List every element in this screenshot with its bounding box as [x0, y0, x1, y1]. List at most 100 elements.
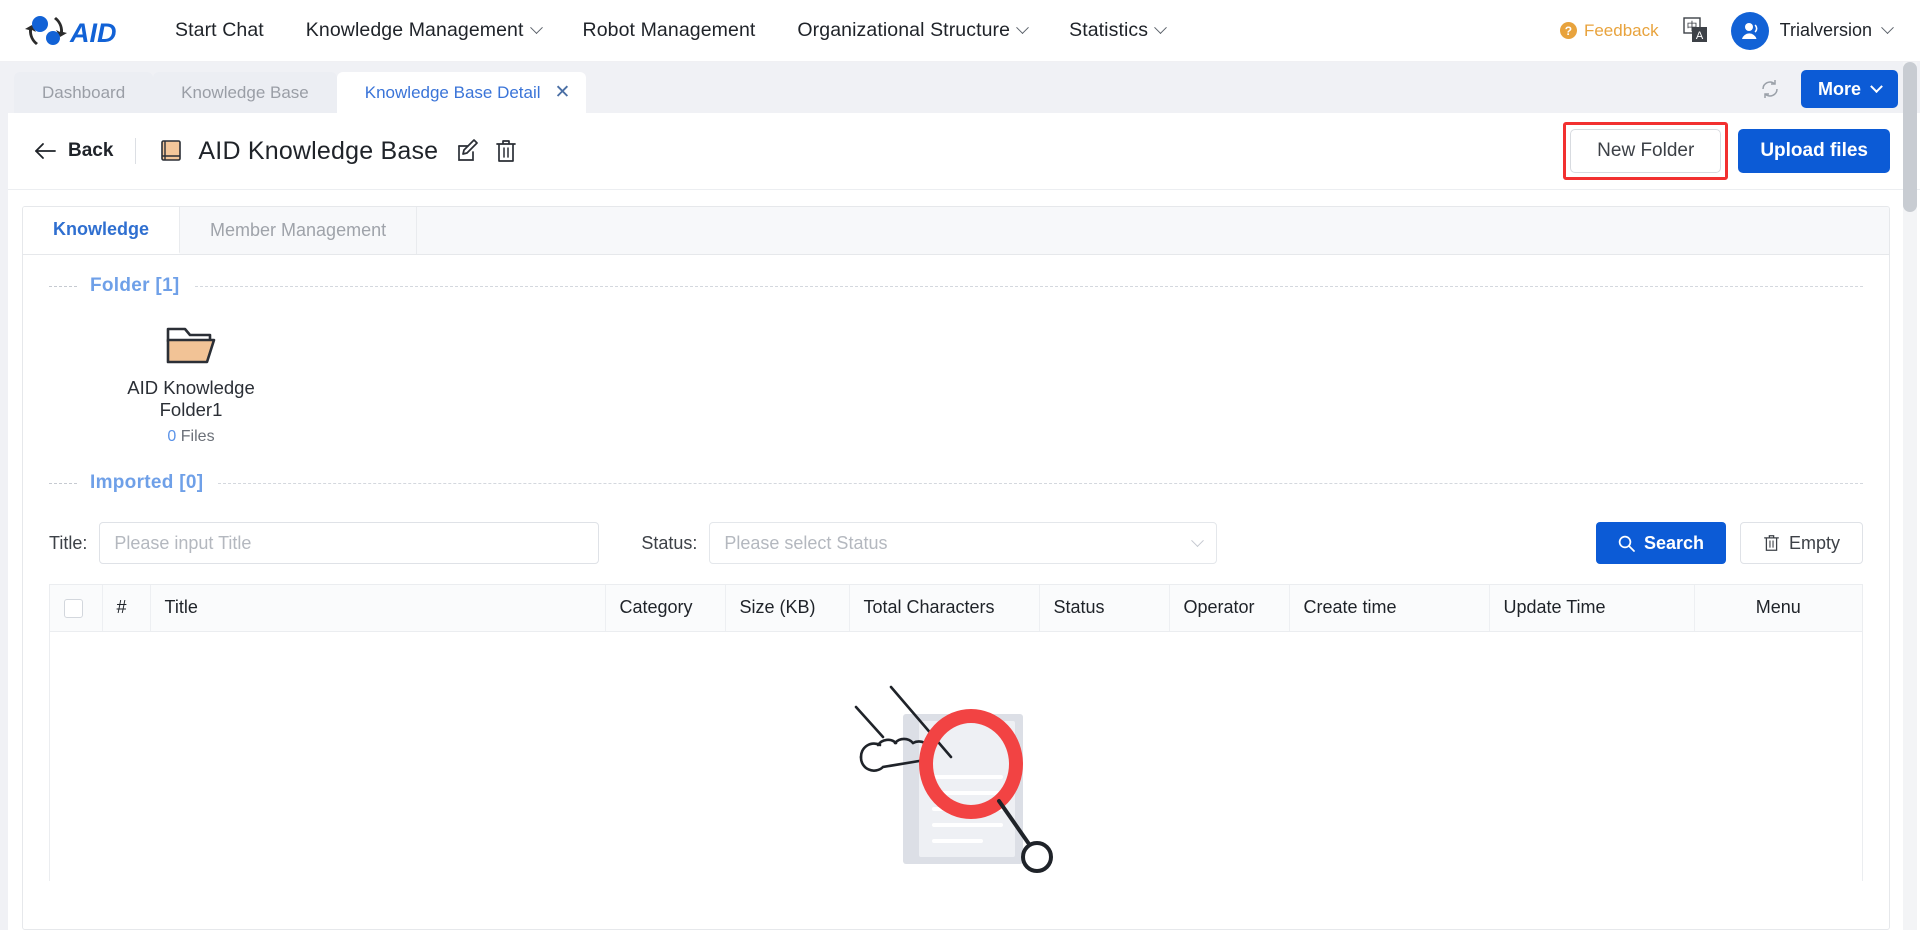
- nav-item-organizational-structure[interactable]: Organizational Structure: [776, 19, 1048, 42]
- chevron-down-icon: [1870, 79, 1883, 93]
- tab-label: Dashboard: [42, 82, 126, 102]
- nav-item-label: Organizational Structure: [797, 19, 1011, 41]
- table-head: # Title Category Size (KB) Total Charact…: [50, 585, 1862, 632]
- folder-card[interactable]: AID Knowledge Folder1 0 Files: [101, 321, 281, 446]
- divider-right: [218, 482, 1863, 484]
- search-button[interactable]: Search: [1595, 522, 1726, 564]
- back-label: Back: [68, 140, 114, 161]
- tab-label: Knowledge Base: [181, 82, 309, 102]
- tab-knowledge-base[interactable]: Knowledge Base: [153, 72, 337, 113]
- book-glyph: [161, 140, 182, 161]
- column-total-characters: Total Characters: [849, 585, 1040, 632]
- column-size: Size (KB): [725, 585, 850, 632]
- svg-text:AID: AID: [69, 18, 116, 48]
- person-glyph: [1741, 22, 1758, 39]
- feedback-label: Feedback: [1583, 20, 1659, 40]
- chevron-down-icon: [1154, 21, 1167, 35]
- divider-left: [49, 285, 77, 287]
- column-select-all: [50, 585, 103, 632]
- more-button[interactable]: More: [1800, 70, 1898, 108]
- trash-icon: [1764, 535, 1779, 551]
- status-field-label: Status:: [641, 532, 698, 553]
- folder-name: AID Knowledge Folder1: [127, 377, 255, 420]
- user-avatar-icon[interactable]: [1730, 11, 1769, 50]
- empty-button[interactable]: Empty: [1739, 522, 1863, 564]
- tab-dashboard[interactable]: Dashboard: [14, 72, 154, 113]
- close-icon[interactable]: ✕: [555, 83, 571, 102]
- tab-member-management[interactable]: Member Management: [180, 207, 418, 254]
- svg-text:A: A: [1695, 30, 1703, 42]
- empty-button-label: Empty: [1788, 532, 1840, 553]
- nav-item-statistics[interactable]: Statistics: [1048, 19, 1186, 42]
- column-operator: Operator: [1169, 585, 1290, 632]
- page-scrollbar-thumb[interactable]: [1903, 62, 1917, 212]
- folder-icon: [101, 321, 281, 369]
- feedback-link[interactable]: ? Feedback: [1559, 20, 1659, 41]
- table-empty-row: [50, 631, 1862, 881]
- column-index: #: [102, 585, 151, 632]
- trash-icon[interactable]: [494, 139, 518, 163]
- search-button-label: Search: [1643, 532, 1704, 553]
- language-switch-icon[interactable]: 中 A: [1681, 16, 1711, 45]
- empty-state-cell: [50, 631, 1862, 881]
- nav-item-start-chat[interactable]: Start Chat: [154, 19, 285, 42]
- nav-item-robot-management[interactable]: Robot Management: [562, 19, 777, 42]
- chevron-down-icon[interactable]: [1881, 21, 1894, 35]
- folder-section-label: Folder [1]: [90, 275, 180, 296]
- top-navigation-bar: AID Start Chat Knowledge Management Robo…: [0, 0, 1920, 62]
- page-title: AID Knowledge Base: [198, 136, 439, 165]
- tab-knowledge-base-detail[interactable]: Knowledge Base Detail ✕: [336, 72, 587, 113]
- title-field-label: Title:: [49, 532, 88, 553]
- header-divider: [135, 138, 137, 164]
- upload-files-button[interactable]: Upload files: [1738, 129, 1890, 173]
- tab-label: Knowledge Base Detail: [364, 82, 541, 102]
- page-header: Back AID Knowledge Base New Folder Uploa…: [0, 113, 1920, 190]
- back-button[interactable]: Back: [34, 140, 113, 162]
- no-data-magnifier-illustration: [51, 633, 1861, 879]
- book-icon: [158, 138, 184, 164]
- app-logo[interactable]: AID: [24, 10, 116, 52]
- tab-knowledge[interactable]: Knowledge: [23, 207, 181, 254]
- trash-glyph: [496, 140, 517, 162]
- sub-tab-label: Member Management: [210, 220, 387, 240]
- divider-left: [49, 482, 77, 484]
- column-menu: Menu: [1694, 585, 1862, 632]
- status-select[interactable]: Please select Status: [709, 522, 1218, 564]
- card-tabs: Knowledge Member Management: [23, 207, 1889, 255]
- search-form-actions: Search Empty: [1595, 522, 1863, 564]
- aid-logo-icon: AID: [25, 15, 116, 48]
- folder-file-count-number: 0: [167, 428, 177, 445]
- page-content: Knowledge Member Management Folder [1] A…: [0, 190, 1920, 930]
- username-label[interactable]: Trialversion: [1780, 20, 1872, 41]
- knowledge-card: Knowledge Member Management Folder [1] A…: [22, 206, 1890, 930]
- browser-tab-bar: Dashboard Knowledge Base Knowledge Base …: [0, 62, 1920, 113]
- card-body: Folder [1] AID Knowledge Folder1 0 Files: [23, 255, 1889, 929]
- folder-glyph: [166, 327, 216, 364]
- nav-item-label: Robot Management: [582, 19, 756, 41]
- main-nav-items: Start Chat Knowledge Management Robot Ma…: [154, 19, 1186, 42]
- edit-icon[interactable]: [456, 139, 480, 163]
- left-edge-strip: [0, 113, 8, 930]
- arrow-left-icon: [35, 143, 56, 159]
- imported-section-header: Imported [0]: [49, 472, 1863, 494]
- sub-tab-label: Knowledge: [53, 219, 150, 239]
- column-update-time: Update Time: [1489, 585, 1695, 632]
- nav-item-label: Start Chat: [175, 19, 264, 41]
- select-all-checkbox[interactable]: [64, 599, 83, 618]
- table-body: [50, 631, 1862, 881]
- status-select-value: Please select Status: [724, 532, 888, 553]
- nav-item-knowledge-management[interactable]: Knowledge Management: [285, 19, 562, 42]
- refresh-icon[interactable]: [1757, 76, 1783, 102]
- imported-section-label: Imported [0]: [90, 472, 204, 493]
- page-header-actions: New Folder Upload files: [1563, 122, 1890, 180]
- folder-file-count: 0 Files: [101, 428, 281, 446]
- tabbar-actions: More: [1757, 70, 1898, 113]
- refresh-glyph: [1762, 80, 1778, 98]
- column-status: Status: [1039, 585, 1170, 632]
- title-input[interactable]: [99, 522, 600, 564]
- new-folder-button[interactable]: New Folder: [1570, 129, 1722, 173]
- folder-section-header: Folder [1]: [49, 275, 1863, 297]
- nav-item-label: Statistics: [1069, 19, 1149, 41]
- column-create-time: Create time: [1289, 585, 1490, 632]
- nav-item-label: Knowledge Management: [305, 19, 524, 41]
